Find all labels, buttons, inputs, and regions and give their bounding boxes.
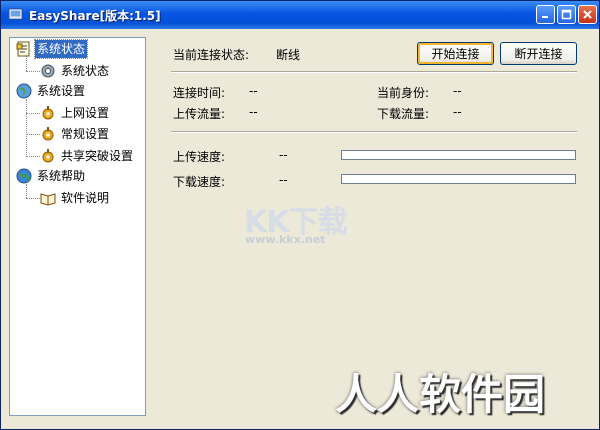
identity-label: 当前身份:: [377, 86, 430, 100]
upload-speed-progress-bar: [341, 150, 576, 160]
start-connect-button[interactable]: 开始连接: [417, 42, 494, 65]
tree-item-label: 常规设置: [61, 127, 110, 141]
settings-icon: [42, 127, 54, 141]
tree-group-label: 系统帮助: [37, 169, 86, 183]
gear-icon: [41, 64, 55, 78]
globe-icon: [16, 168, 32, 184]
book-icon: [40, 193, 56, 206]
title-bar[interactable]: EasyShare[版本:1.5]: [1, 1, 599, 29]
window-title: EasyShare[版本:1.5]: [29, 9, 161, 23]
minimize-button[interactable]: [536, 5, 555, 24]
tree-connector: [26, 198, 40, 199]
upload-traffic-value: --: [249, 105, 258, 119]
kk-url-watermark: www.kkx.net: [245, 233, 326, 246]
download-traffic-label: 下载流量:: [377, 107, 430, 121]
tree-connector: [26, 134, 40, 135]
navigation-tree[interactable]: 系统状态 系统状态 系统设置 上网设置 常规设置 共享突破设置 系统帮助 软件说…: [9, 37, 146, 416]
tree-connector: [26, 71, 40, 72]
tree-connector: [26, 113, 40, 114]
identity-value: --: [453, 84, 462, 98]
upload-speed-label: 上传速度:: [173, 150, 226, 164]
tree-group-label: 系统状态: [33, 39, 89, 59]
maximize-button[interactable]: [557, 5, 576, 24]
minimize-icon: [542, 16, 548, 18]
tree-item-label: 软件说明: [61, 191, 110, 205]
download-traffic-value: --: [453, 105, 462, 119]
disconnect-button[interactable]: 断开连接: [500, 42, 577, 65]
separator: [171, 71, 577, 73]
connection-status-value: 断线: [276, 48, 301, 62]
document-icon: [16, 41, 30, 57]
tree-connector: [26, 156, 40, 157]
tree-item-label: 上网设置: [61, 106, 110, 120]
tree-item-label: 共享突破设置: [61, 149, 134, 163]
download-speed-label: 下载速度:: [173, 175, 226, 189]
close-button[interactable]: [578, 5, 597, 24]
app-icon: [8, 8, 23, 20]
tree-connector: [26, 56, 27, 71]
tree-item-label: 系统状态: [61, 64, 110, 78]
app-window: EasyShare[版本:1.5] 系统状态 系统状态 系统设置 上网设置 常规…: [0, 0, 600, 430]
tree-connector: [26, 184, 27, 198]
connection-status-label: 当前连接状态:: [173, 48, 250, 62]
upload-traffic-label: 上传流量:: [173, 107, 226, 121]
connect-time-label: 连接时间:: [173, 86, 226, 100]
settings-icon: [42, 106, 54, 120]
separator: [171, 131, 577, 133]
tree-connector: [26, 99, 27, 157]
download-speed-progress-bar: [341, 174, 576, 184]
upload-speed-value: --: [279, 148, 288, 162]
settings-icon: [42, 149, 54, 163]
rr-watermark: 人人软件园: [335, 370, 546, 419]
close-icon: [583, 10, 592, 19]
tree-group-label: 系统设置: [37, 84, 86, 98]
maximize-icon: [561, 9, 572, 20]
connect-time-value: --: [249, 84, 258, 98]
download-speed-value: --: [279, 173, 288, 187]
globe-icon: [16, 83, 32, 99]
